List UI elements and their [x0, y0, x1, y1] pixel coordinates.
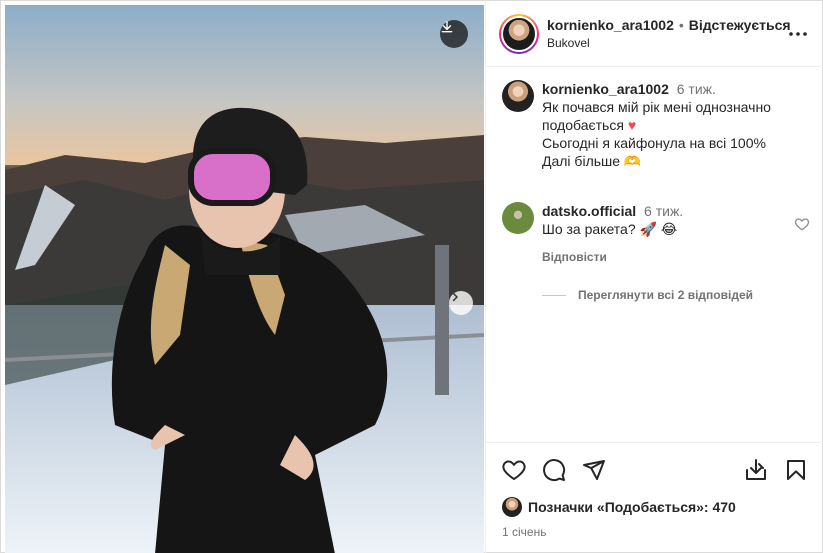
post-header: kornienko_ara1002 • Відстежується Bukove…	[486, 1, 823, 67]
caption-line-3: Далі більше 🫶	[542, 153, 642, 169]
view-replies-button[interactable]: Переглянути всі 2 відповідей	[542, 288, 810, 302]
likes-count-label: Позначки «Подобається»: 470	[528, 499, 736, 515]
separator-dot: •	[678, 17, 684, 33]
comment-like-heart-icon[interactable]	[794, 216, 810, 232]
comment-item: datsko.official 6 тиж. Шо за ракета? 🚀 😂…	[502, 202, 810, 266]
heart-icon	[502, 460, 526, 481]
download-icon	[441, 21, 453, 33]
comment-button[interactable]	[542, 458, 566, 482]
caption: kornienko_ara1002 6 тиж. Як почався мій …	[502, 80, 810, 170]
post-date[interactable]: 1 січень	[502, 525, 808, 539]
following-button[interactable]: Відстежується	[689, 17, 791, 33]
save-button[interactable]	[784, 458, 808, 482]
chevron-right-icon	[452, 292, 458, 302]
author-username[interactable]: kornienko_ara1002	[547, 17, 674, 33]
download-to-device-button[interactable]	[744, 458, 768, 482]
caption-avatar[interactable]	[502, 80, 534, 112]
bookmark-icon	[787, 460, 805, 480]
like-button[interactable]	[502, 458, 526, 482]
next-photo-button[interactable]	[449, 291, 473, 315]
caption-line-1: Як почався мій рік мені однозначно подоб…	[542, 99, 771, 133]
view-replies-label: Переглянути всі 2 відповідей	[578, 288, 753, 302]
post-side-panel: kornienko_ara1002 • Відстежується Bukove…	[485, 1, 823, 553]
more-options-button[interactable]	[786, 22, 810, 46]
post-actions: Позначки «Подобається»: 470 1 січень	[486, 442, 823, 553]
likes-avatar	[502, 497, 522, 517]
caption-line-2: Сьогодні я кайфонула на всі 100%	[542, 135, 766, 151]
reply-button[interactable]: Відповісти	[542, 248, 794, 266]
photo-scene	[5, 5, 484, 553]
share-icon	[583, 460, 605, 480]
author-avatar[interactable]	[499, 13, 539, 54]
photo-download-button[interactable]	[440, 20, 468, 48]
caption-time[interactable]: 6 тиж.	[677, 81, 716, 97]
post-dialog: kornienko_ara1002 • Відстежується Bukove…	[0, 0, 823, 553]
download-to-device-icon	[746, 459, 766, 480]
commenter-avatar[interactable]	[502, 202, 534, 234]
location-link[interactable]: Bukovel	[547, 36, 786, 50]
share-button[interactable]	[582, 458, 606, 482]
likes-summary[interactable]: Позначки «Подобається»: 470	[502, 497, 808, 517]
caption-username[interactable]: kornienko_ara1002	[542, 81, 669, 97]
commenter-username[interactable]: datsko.official	[542, 203, 636, 219]
comments-section: kornienko_ara1002 6 тиж. Як почався мій …	[486, 68, 823, 442]
more-horizontal-icon	[789, 31, 807, 36]
comment-time[interactable]: 6 тиж.	[644, 203, 683, 219]
replies-divider	[542, 294, 566, 296]
comment-icon	[543, 459, 566, 482]
post-photo[interactable]	[5, 5, 484, 553]
comment-text: Шо за ракета? 🚀 😂	[542, 221, 678, 237]
red-heart-emoji: ♥	[627, 117, 637, 133]
